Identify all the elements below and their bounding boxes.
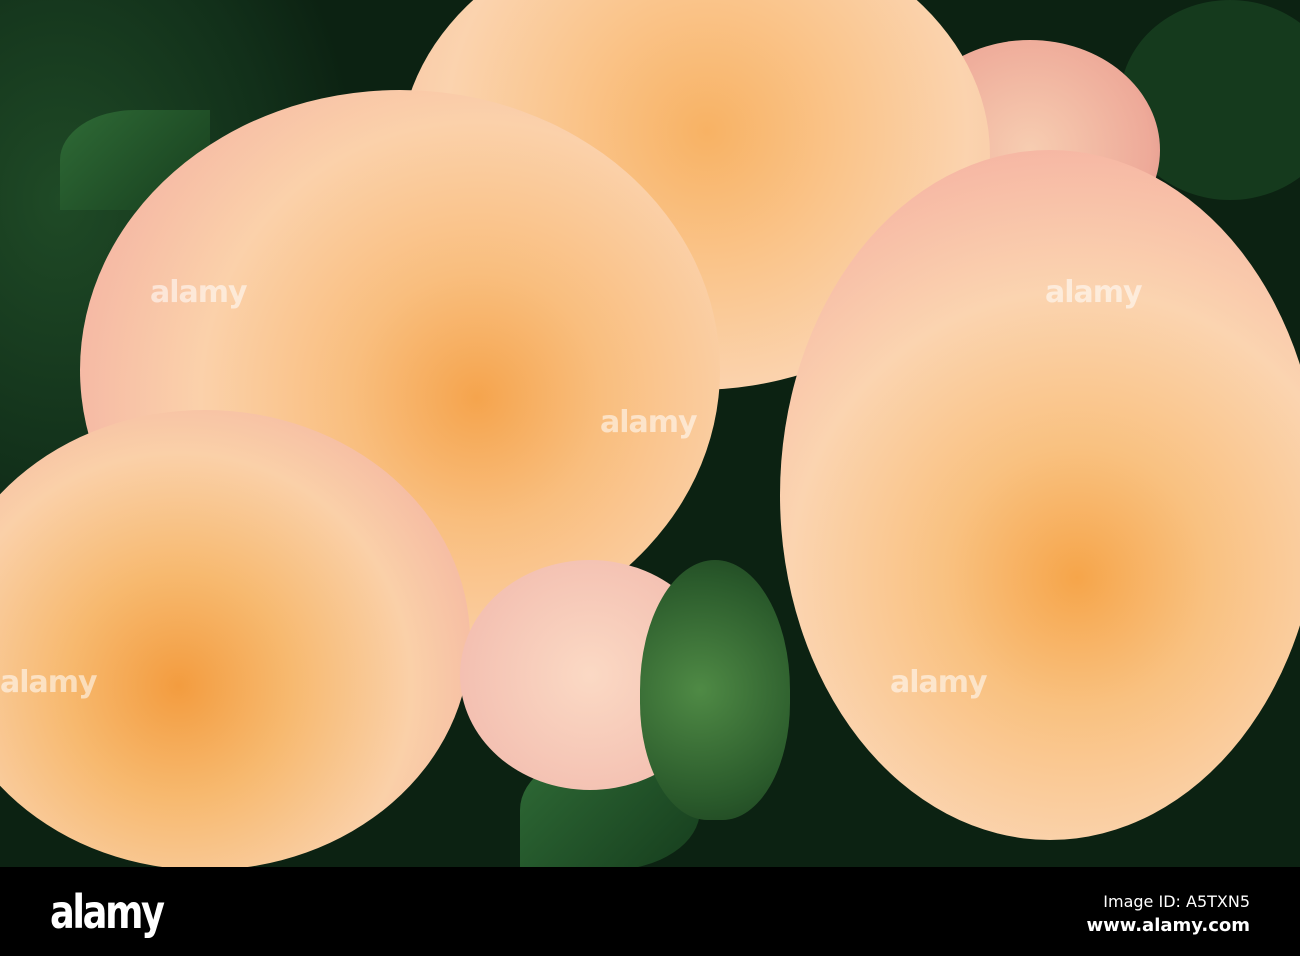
watermark: alamy bbox=[1045, 275, 1143, 310]
rose-bud bbox=[640, 560, 790, 820]
rose-right bbox=[780, 150, 1300, 840]
site-url[interactable]: www.alamy.com bbox=[1086, 915, 1250, 936]
rose-photo: alamy alamy alamy alamy alamy bbox=[0, 0, 1300, 867]
image-id: Image ID: A5TXN5 bbox=[1103, 892, 1250, 911]
watermark: alamy bbox=[890, 665, 988, 700]
footer-bar: alamy Image ID: A5TXN5 www.alamy.com bbox=[0, 867, 1300, 956]
watermark: alamy bbox=[600, 405, 698, 440]
alamy-logo: alamy bbox=[50, 885, 165, 939]
watermark: alamy bbox=[0, 665, 98, 700]
watermark: alamy bbox=[150, 275, 248, 310]
